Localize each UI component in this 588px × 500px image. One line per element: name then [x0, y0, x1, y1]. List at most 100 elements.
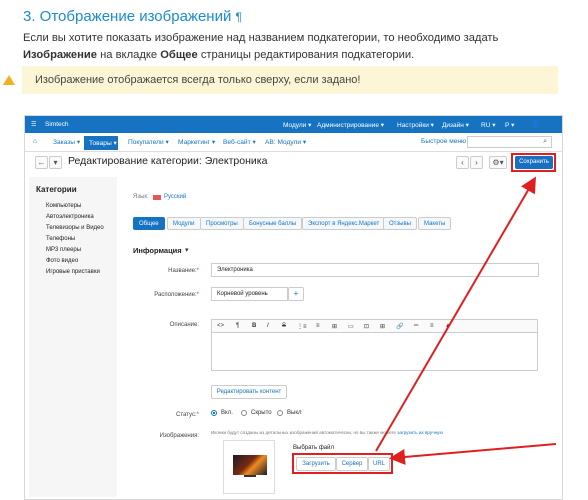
paragraph-icon[interactable]: ¶ [236, 323, 239, 329]
tv-stand [244, 475, 256, 477]
choose-file-label: Выбрать файл [293, 445, 334, 451]
sidebar-item-tv[interactable]: Телевизоры и Видео [46, 225, 104, 231]
section-title[interactable]: Информация [133, 246, 182, 255]
flag-icon [153, 195, 161, 200]
top-menu-admin[interactable]: Администрирование ▾ [317, 121, 384, 129]
name-field[interactable]: Электроника [211, 263, 539, 277]
warning-box: Изображение отображается всегда только с… [3, 66, 558, 94]
add-location-button[interactable]: + [288, 287, 304, 301]
edit-content-button[interactable]: Редактировать контент [211, 385, 287, 399]
file-icon[interactable]: ⊡ [364, 323, 369, 330]
tab-general[interactable]: Общее [133, 217, 165, 230]
status-hidden-label: Скрыто [251, 410, 272, 416]
top-menu-lang[interactable]: RU ▾ [481, 121, 495, 129]
status-on-radio[interactable] [211, 410, 217, 416]
nav-customers[interactable]: Покупатели ▾ [128, 138, 169, 146]
nav-marketing[interactable]: Маркетинг ▾ [178, 138, 215, 146]
video-icon[interactable]: ▭ [348, 323, 354, 330]
nav-ab-modules[interactable]: AB: Модули ▾ [265, 138, 306, 146]
admin-nav: ⌂ Заказы ▾ Товары ▾ Покупатели ▾ Маркети… [25, 133, 562, 152]
sidebar-item-auto[interactable]: Автоэлектроника [46, 214, 94, 220]
images-note: Иконки будут созданы из детальных изобра… [211, 430, 443, 435]
admin-search-input[interactable]: ⌕ [467, 136, 552, 148]
name-label: Название:* [168, 268, 199, 274]
strike-icon[interactable]: S [282, 323, 286, 329]
location-field[interactable]: Корневой уровень [211, 287, 288, 301]
para-bold-2: Общее [160, 49, 198, 61]
images-note-text: Иконки будут созданы из детальных изобра… [211, 430, 396, 435]
para-text-3: страницы редактирования подкатегории. [200, 49, 415, 61]
tab-yandex[interactable]: Экспорт в Яндекс.Маркет [302, 217, 386, 230]
italic-icon[interactable]: I [267, 323, 269, 329]
image-preview-box[interactable] [223, 440, 275, 494]
menu-icon[interactable]: ☰ [31, 121, 36, 128]
description-editor[interactable] [211, 333, 538, 371]
list-icon[interactable]: ⋮≡ [297, 323, 307, 330]
bold-icon[interactable]: B [252, 323, 256, 329]
back-button[interactable]: ← [35, 156, 48, 169]
page-header: ← ▾ Редактирование категории: Электроник… [25, 152, 562, 173]
doc-paragraph: Если вы хотите показать изображение над … [23, 30, 563, 64]
tab-modules[interactable]: Модули [167, 217, 201, 230]
quick-menu[interactable]: Быстрое меню [421, 138, 466, 145]
tab-reviews[interactable]: Отзывы [383, 217, 417, 230]
images-note-link[interactable]: загрузить их вручную [397, 430, 443, 435]
caret-down-icon[interactable]: ▾ [185, 246, 189, 254]
top-menu-design[interactable]: Дизайн ▾ [442, 121, 469, 129]
admin-screenshot: ☰ Simtech Модули ▾ Администрирование ▾ Н… [24, 115, 563, 500]
desc-label: Описание: [169, 322, 199, 328]
sidebar-title: Категории [36, 185, 77, 194]
tab-layouts[interactable]: Макеты [418, 217, 452, 230]
tab-bonus[interactable]: Бонусные баллы [243, 217, 303, 230]
heading-text: 3. Отображение изображений [23, 8, 232, 25]
para-text-1: Если вы хотите показать изображение над … [23, 32, 499, 44]
link-icon[interactable]: 🔗 [396, 323, 403, 330]
code-view-icon[interactable]: <> [217, 323, 224, 329]
highlight-upload [292, 453, 393, 474]
status-on-label: Вкл. [221, 410, 233, 416]
prev-button[interactable]: ‹ [456, 156, 469, 169]
align-icon[interactable]: ≡ [430, 323, 434, 329]
nav-website[interactable]: Веб-сайт ▾ [223, 138, 256, 146]
top-menu-modules[interactable]: Модули ▾ [283, 121, 311, 129]
search-icon[interactable]: ⌕ [543, 138, 547, 146]
numbered-list-icon[interactable]: ≡ [316, 323, 320, 329]
home-icon[interactable]: ⌂ [33, 138, 37, 145]
sidebar: Категории Компьютеры Автоэлектроника Тел… [29, 177, 117, 497]
sidebar-item-games[interactable]: Игровые приставки [46, 269, 100, 275]
nav-products[interactable]: Товары ▾ [84, 136, 118, 150]
lang-label: Язык: [133, 194, 149, 200]
status-off-radio[interactable] [277, 410, 283, 416]
para-text-2: на вкладке [100, 49, 158, 61]
admin-topbar: ☰ Simtech Модули ▾ Администрирование ▾ Н… [25, 116, 562, 133]
brand[interactable]: Simtech [45, 121, 68, 128]
lang-select[interactable]: Русский [164, 194, 186, 200]
heading-anchor[interactable]: ¶ [236, 10, 242, 24]
tv-image [233, 455, 267, 475]
sidebar-item-computers[interactable]: Компьютеры [46, 203, 81, 209]
table-icon[interactable]: ⊞ [380, 323, 385, 330]
nav-orders[interactable]: Заказы ▾ [53, 138, 80, 146]
images-label: Изображения: [159, 433, 199, 439]
hr-icon[interactable]: ═ [414, 323, 418, 329]
status-label: Статус:* [176, 412, 199, 418]
status-hidden-radio[interactable] [241, 410, 247, 416]
para-bold-1: Изображение [23, 49, 97, 61]
sidebar-item-phones[interactable]: Телефоны [46, 236, 75, 242]
top-menu-settings[interactable]: Настройки ▾ [397, 121, 434, 129]
sidebar-item-mp3[interactable]: MP3 плееры [46, 247, 81, 253]
main-content: Язык: Русский Общее Модули Просмотры Бон… [129, 177, 559, 497]
editor-toolbar: <> ¶ B I S ⋮≡ ≡ ⊞ ▭ ⊡ ⊞ 🔗 ═ ≡ ▲ [211, 319, 538, 333]
image-icon[interactable]: ⊞ [332, 323, 337, 330]
location-label: Расположение:* [154, 292, 199, 298]
doc-heading: 3. Отображение изображений ¶ [23, 8, 242, 25]
next-button[interactable]: › [470, 156, 483, 169]
sidebar-item-photo[interactable]: Фото видео [46, 258, 78, 264]
gear-icon[interactable]: ⚙▾ [489, 156, 507, 169]
dropdown-button[interactable]: ▾ [49, 156, 62, 169]
highlight-save [511, 153, 556, 172]
tab-views[interactable]: Просмотры [200, 217, 244, 230]
user-icon[interactable]: 👤 [531, 120, 540, 128]
top-menu-currency[interactable]: Р ▾ [505, 121, 514, 129]
color-icon[interactable]: ▲ [445, 323, 451, 329]
